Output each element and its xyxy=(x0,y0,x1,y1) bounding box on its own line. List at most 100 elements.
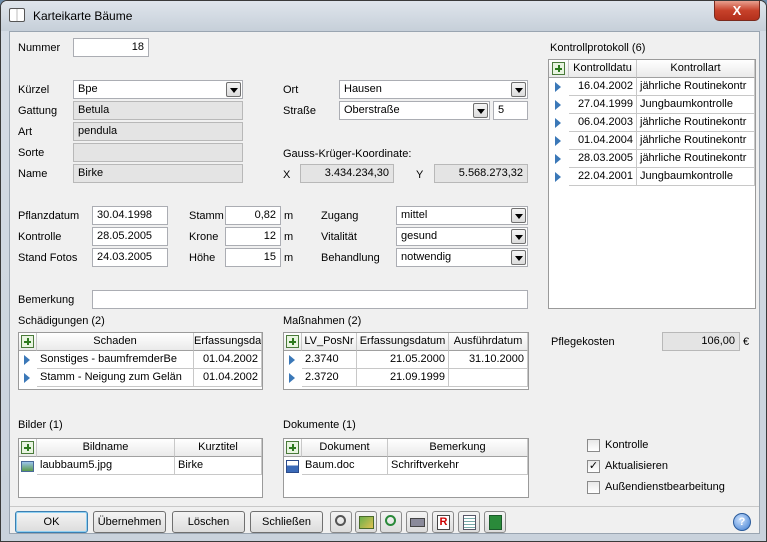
aktualisieren-checkbox[interactable]: ✓ xyxy=(587,460,600,473)
row-selector-icon[interactable] xyxy=(289,355,295,365)
chevron-down-icon[interactable] xyxy=(511,250,526,265)
table-cell[interactable]: 2.3720 xyxy=(302,369,357,387)
hoehe-field[interactable]: 15 xyxy=(225,248,281,267)
table-cell[interactable]: jährliche Routinekontr xyxy=(637,150,755,168)
zoom-out-icon[interactable] xyxy=(330,511,352,533)
plus-icon[interactable] xyxy=(286,441,299,454)
chevron-down-icon[interactable] xyxy=(511,208,526,223)
table-cell[interactable]: 31.10.2000 xyxy=(449,351,528,369)
y-coordinate-field[interactable]: 5.568.273,32 xyxy=(434,164,528,183)
table-cell[interactable]: 21.05.2000 xyxy=(357,351,449,369)
gattung-field[interactable]: Betula xyxy=(73,101,243,120)
plus-icon[interactable] xyxy=(286,335,299,348)
row-selector-icon[interactable] xyxy=(555,82,561,92)
table-cell[interactable] xyxy=(449,369,528,387)
vitalitaet-combo[interactable]: gesund xyxy=(396,227,528,246)
kontrolle-field[interactable]: 28.05.2005 xyxy=(92,227,168,246)
art-field[interactable]: pendula xyxy=(73,122,243,141)
table-cell[interactable]: 16.04.2002 xyxy=(569,78,637,96)
table-cell[interactable]: 01.04.2002 xyxy=(194,369,262,387)
nummer-field[interactable]: 18 xyxy=(73,38,149,57)
zugang-combo[interactable]: mittel xyxy=(396,206,528,225)
strasse-combo[interactable]: Oberstraße xyxy=(339,101,490,120)
pflegekosten-field[interactable]: 106,00 xyxy=(662,332,740,351)
plus-icon[interactable] xyxy=(21,335,34,348)
zoom-in-icon[interactable] xyxy=(380,511,402,533)
row-selector-icon[interactable] xyxy=(24,373,30,383)
kuerzel-combo[interactable]: Bpe xyxy=(73,80,243,99)
name-field[interactable]: Birke xyxy=(73,164,243,183)
row-selector-icon[interactable] xyxy=(555,118,561,128)
chevron-down-icon[interactable] xyxy=(226,82,241,97)
sorte-field[interactable] xyxy=(73,143,243,162)
list-icon[interactable] xyxy=(458,511,480,533)
dokument-name-cell[interactable]: Baum.doc xyxy=(302,457,388,475)
map-icon[interactable] xyxy=(355,511,377,533)
table-cell[interactable]: Sonstiges - baumfremderBe xyxy=(37,351,194,369)
column-header[interactable]: Ausführdatum xyxy=(449,333,528,351)
column-header[interactable]: Kurztitel xyxy=(175,439,262,457)
x-coordinate-field[interactable]: 3.434.234,30 xyxy=(300,164,394,183)
row-selector-icon[interactable] xyxy=(24,355,30,365)
table-cell[interactable]: 01.04.2002 xyxy=(194,351,262,369)
standfotos-field[interactable]: 24.03.2005 xyxy=(92,248,168,267)
table-cell[interactable]: 2.3740 xyxy=(302,351,357,369)
column-header[interactable]: Erfassungsdatum xyxy=(357,333,449,351)
plus-icon[interactable] xyxy=(21,441,34,454)
behandlung-combo[interactable]: notwendig xyxy=(396,248,528,267)
uebernehmen-button[interactable]: Übernehmen xyxy=(93,511,166,533)
hausnummer-field[interactable]: 5 xyxy=(493,101,528,120)
column-header[interactable]: Bemerkung xyxy=(388,439,528,457)
table-cell[interactable]: jährliche Routinekontr xyxy=(637,114,755,132)
table-cell[interactable]: Jungbaumkontrolle xyxy=(637,96,755,114)
table-cell[interactable]: 01.04.2004 xyxy=(569,132,637,150)
stamm-field[interactable]: 0,82 xyxy=(225,206,281,225)
schliessen-button[interactable]: Schließen xyxy=(250,511,323,533)
excel-icon[interactable] xyxy=(484,511,506,533)
add-row-button[interactable] xyxy=(19,333,37,351)
chevron-down-icon[interactable] xyxy=(473,103,488,118)
chevron-down-icon[interactable] xyxy=(511,229,526,244)
kontrolle-checkbox[interactable] xyxy=(587,439,600,452)
close-button[interactable]: X xyxy=(714,1,760,21)
ok-button[interactable]: OK xyxy=(15,511,88,533)
row-selector-icon[interactable] xyxy=(555,136,561,146)
row-selector-icon[interactable] xyxy=(555,172,561,182)
bemerkung-field[interactable] xyxy=(92,290,528,309)
table-cell[interactable]: 27.04.1999 xyxy=(569,96,637,114)
add-row-button[interactable] xyxy=(19,439,37,457)
add-row-button[interactable] xyxy=(284,333,302,351)
table-cell[interactable]: 28.03.2005 xyxy=(569,150,637,168)
bild-kurztitel-cell[interactable]: Birke xyxy=(175,457,262,475)
table-cell[interactable]: 06.04.2003 xyxy=(569,114,637,132)
row-selector-icon[interactable] xyxy=(555,100,561,110)
loeschen-button[interactable]: Löschen xyxy=(172,511,245,533)
bild-name-cell[interactable]: laubbaum5.jpg xyxy=(37,457,175,475)
krone-field[interactable]: 12 xyxy=(225,227,281,246)
add-row-button[interactable] xyxy=(549,60,569,78)
plus-icon[interactable] xyxy=(552,62,565,75)
pflanzdatum-field[interactable]: 30.04.1998 xyxy=(92,206,168,225)
table-cell[interactable]: jährliche Routinekontr xyxy=(637,78,755,96)
column-header[interactable]: Schaden xyxy=(37,333,194,351)
row-selector-icon[interactable] xyxy=(555,154,561,164)
ort-combo[interactable]: Hausen xyxy=(339,80,528,99)
column-header[interactable]: Kontrollart xyxy=(637,60,755,78)
table-cell[interactable]: Jungbaumkontrolle xyxy=(637,168,755,186)
chevron-down-icon[interactable] xyxy=(511,82,526,97)
table-cell[interactable]: jährliche Routinekontr xyxy=(637,132,755,150)
report-icon[interactable]: R xyxy=(432,511,454,533)
column-header[interactable]: Bildname xyxy=(37,439,175,457)
aussendienst-checkbox[interactable] xyxy=(587,481,600,494)
column-header[interactable]: Erfassungsdat xyxy=(194,333,262,351)
column-header[interactable]: Dokument xyxy=(302,439,388,457)
help-icon[interactable]: ? xyxy=(733,513,751,531)
column-header[interactable]: Kontrolldatu xyxy=(569,60,637,78)
table-cell[interactable]: Stamm - Neigung zum Gelän xyxy=(37,369,194,387)
add-row-button[interactable] xyxy=(284,439,302,457)
row-selector-icon[interactable] xyxy=(289,373,295,383)
dokument-bemerkung-cell[interactable]: Schriftverkehr xyxy=(388,457,528,475)
table-cell[interactable]: 22.04.2001 xyxy=(569,168,637,186)
print-icon[interactable] xyxy=(406,511,428,533)
column-header[interactable]: LV_PosNr xyxy=(302,333,357,351)
